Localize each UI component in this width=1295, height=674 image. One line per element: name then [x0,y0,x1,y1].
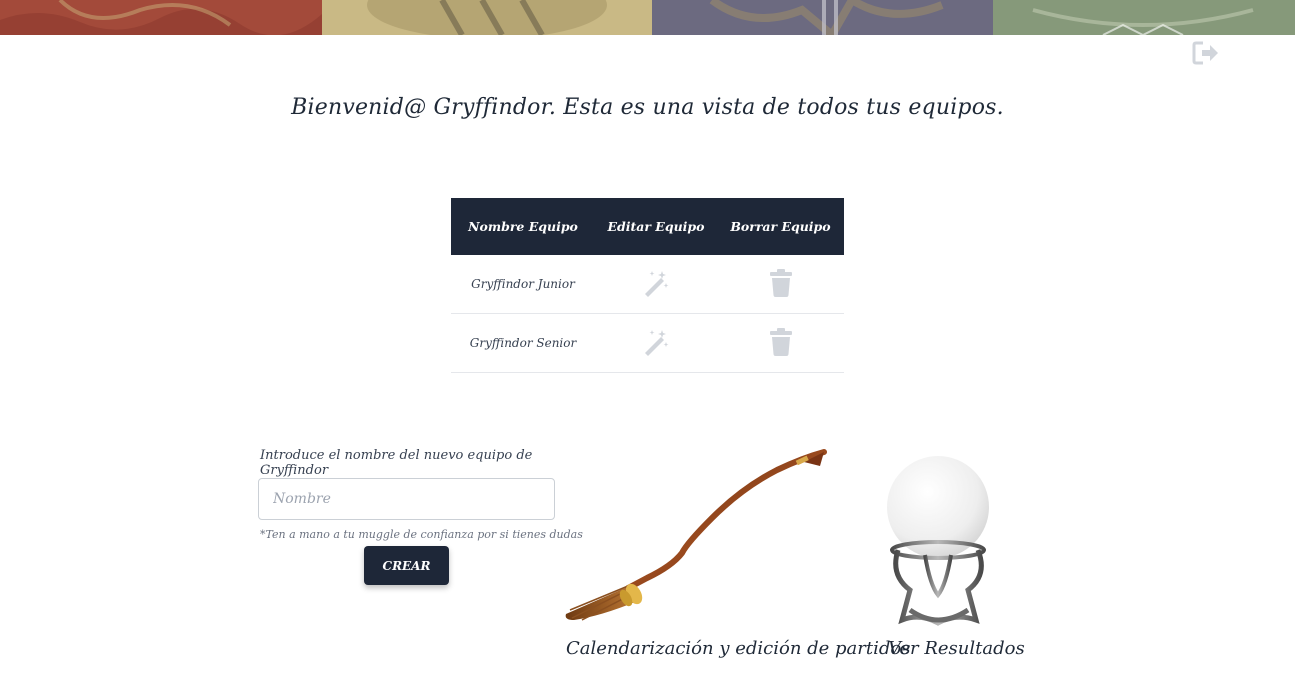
form-hint: *Ten a mano a tu muggle de confianza por… [260,528,583,541]
edit-team-button[interactable] [642,269,670,300]
table-header-row: Nombre Equipo Editar Equipo Borrar Equip… [451,198,844,255]
delete-team-button[interactable] [769,327,793,359]
hufflepuff-crest [322,0,652,35]
column-header-edit: Editar Equipo [595,198,717,255]
table-row: Gryffindor Senior [451,313,844,373]
schedule-matches-card[interactable]: Calendarización y edición de partidos [562,448,910,666]
magic-wand-icon [645,329,669,356]
delete-cell [717,313,844,373]
view-results-label: Ver Resultados [888,638,1025,659]
create-button[interactable]: CREAR [364,546,449,585]
delete-team-button[interactable] [769,268,793,300]
edit-cell [595,255,717,314]
gryffindor-crest [0,0,322,35]
ravenclaw-crest [652,0,993,35]
column-header-name: Nombre Equipo [451,198,595,255]
edit-cell [595,313,717,373]
trash-icon [769,327,792,356]
crystal-ball-image [887,456,989,626]
new-team-form: Introduce el nombre del nuevo equipo de … [258,448,583,585]
house-banner [0,0,1295,35]
welcome-title: Bienvenid@ Gryffindor. Esta es una vista… [291,95,1004,120]
team-name-cell: Gryffindor Senior [451,313,595,373]
new-team-label: Introduce el nombre del nuevo equipo de … [260,448,533,478]
logout-icon [1192,41,1218,65]
view-results-card[interactable]: Ver Resultados [880,455,1025,667]
table-row: Gryffindor Junior [451,255,844,314]
delete-cell [717,255,844,314]
trash-icon [769,268,792,297]
team-name-cell: Gryffindor Junior [451,255,595,314]
slytherin-crest [993,0,1295,35]
schedule-matches-label: Calendarización y edición de partidos [566,638,911,659]
magic-wand-icon [645,270,669,297]
teams-table: Nombre Equipo Editar Equipo Borrar Equip… [451,198,844,373]
edit-team-button[interactable] [642,328,670,359]
column-header-delete: Borrar Equipo [717,198,844,255]
broomstick-image [565,449,827,621]
logout-button[interactable] [1192,40,1220,66]
team-name-input[interactable] [258,478,555,520]
